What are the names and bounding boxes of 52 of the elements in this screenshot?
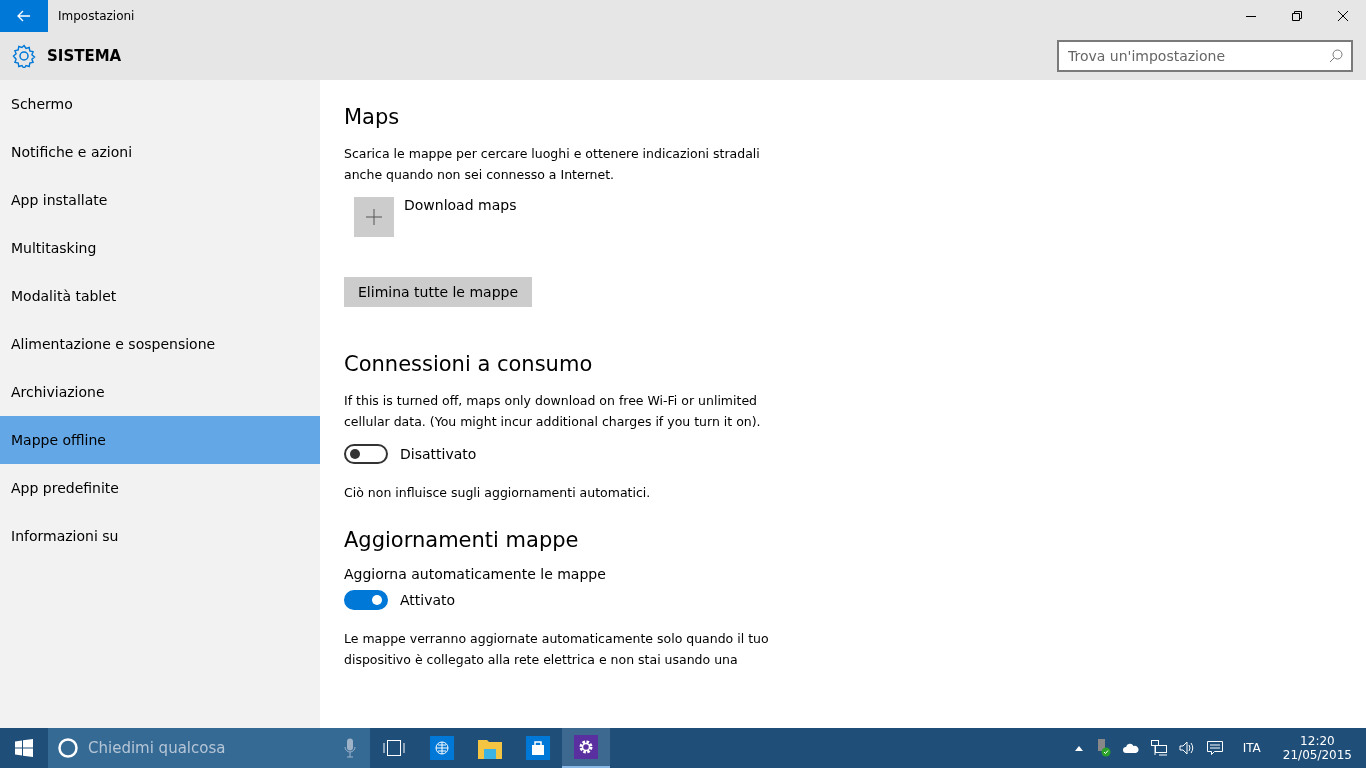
toggle-switch[interactable]: [344, 590, 388, 610]
back-arrow-icon: [17, 10, 31, 22]
sidebar-item[interactable]: Multitasking: [0, 224, 320, 272]
description-text: Scarica le mappe per cercare luoghi e ottenere indicazioni stradali anche quando non sei connesso a Internet.: [344, 145, 761, 184]
show-hidden-icons-icon[interactable]: [1074, 745, 1083, 751]
toggle-state-label: Attivato: [400, 592, 456, 608]
sidebar-item[interactable]: App predefinite: [0, 464, 320, 512]
toggle-switch[interactable]: [344, 444, 388, 464]
sidebar-item[interactable]: Modalità tablet: [0, 272, 320, 320]
sidebar-item[interactable]: Informazioni su: [0, 512, 320, 560]
microphone-icon: [344, 738, 356, 758]
task-view-icon: [383, 740, 405, 756]
language-indicator[interactable]: ITA: [1242, 741, 1261, 755]
restore-icon: [1292, 11, 1302, 21]
sidebar-item[interactable]: Alimentazione e sospensione: [0, 320, 320, 368]
plus-icon: [366, 209, 382, 225]
taskbar-app-button[interactable]: [562, 728, 610, 768]
search-icon: [1329, 49, 1343, 63]
clock-time[interactable]: 12:20: [1300, 734, 1335, 748]
sidebar-item[interactable]: App installate: [0, 176, 320, 224]
cloud-icon[interactable]: [1122, 743, 1139, 753]
delete-button[interactable]: Elimina tutte le mappe: [344, 277, 532, 307]
gear-icon: [574, 735, 598, 759]
taskbar-search-field[interactable]: Chiedimi qualcosa: [48, 728, 370, 768]
network-icon[interactable]: [1150, 740, 1167, 756]
description-text: If this is turned off, maps only download on free Wi-Fi or unlimited cellular data. (You might incur additional charges if you turn it on).: [344, 392, 762, 431]
sidebar-item[interactable]: Archiviazione: [0, 368, 320, 416]
windows-logo-icon: [15, 739, 33, 757]
setting-label: Aggiorna automaticamente le mappe: [344, 566, 607, 582]
search-field[interactable]: Trova un'impostazione: [1057, 40, 1353, 72]
sidebar-item[interactable]: Notifiche e azioni: [0, 128, 320, 176]
folder-icon: [478, 737, 502, 759]
shopping-bag-icon: [526, 736, 550, 760]
sidebar-item[interactable]: Schermo: [0, 80, 320, 128]
circle-icon: [58, 738, 78, 758]
toggle-state-label: Disattivato: [400, 446, 477, 462]
section-heading: Aggiornamenti mappe: [344, 528, 580, 552]
settings-icon: [12, 44, 36, 68]
back-button[interactable]: [0, 0, 48, 32]
window-title: Impostazioni: [58, 9, 135, 23]
section-heading: Maps: [344, 105, 401, 129]
add-label: Download maps: [404, 197, 517, 215]
clock-date[interactable]: 21/05/2015: [1282, 748, 1352, 762]
description-text: Le mappe verranno aggiornate automaticamente solo quando il tuo dispositivo è collegato alla rete elettrica e non stai usando una: [344, 630, 770, 669]
speaker-icon[interactable]: [1178, 741, 1195, 755]
close-icon: [1338, 11, 1348, 21]
sidebar-item[interactable]: Mappe offline: [0, 416, 320, 464]
description-text: Ciò non influisce sugli aggiornamenti automatici.: [344, 484, 652, 502]
notification-icon[interactable]: [1206, 740, 1223, 756]
section-title: SISTEMA: [47, 47, 122, 65]
section-heading: Connessioni a consumo: [344, 352, 594, 376]
globe-icon: [430, 736, 454, 760]
